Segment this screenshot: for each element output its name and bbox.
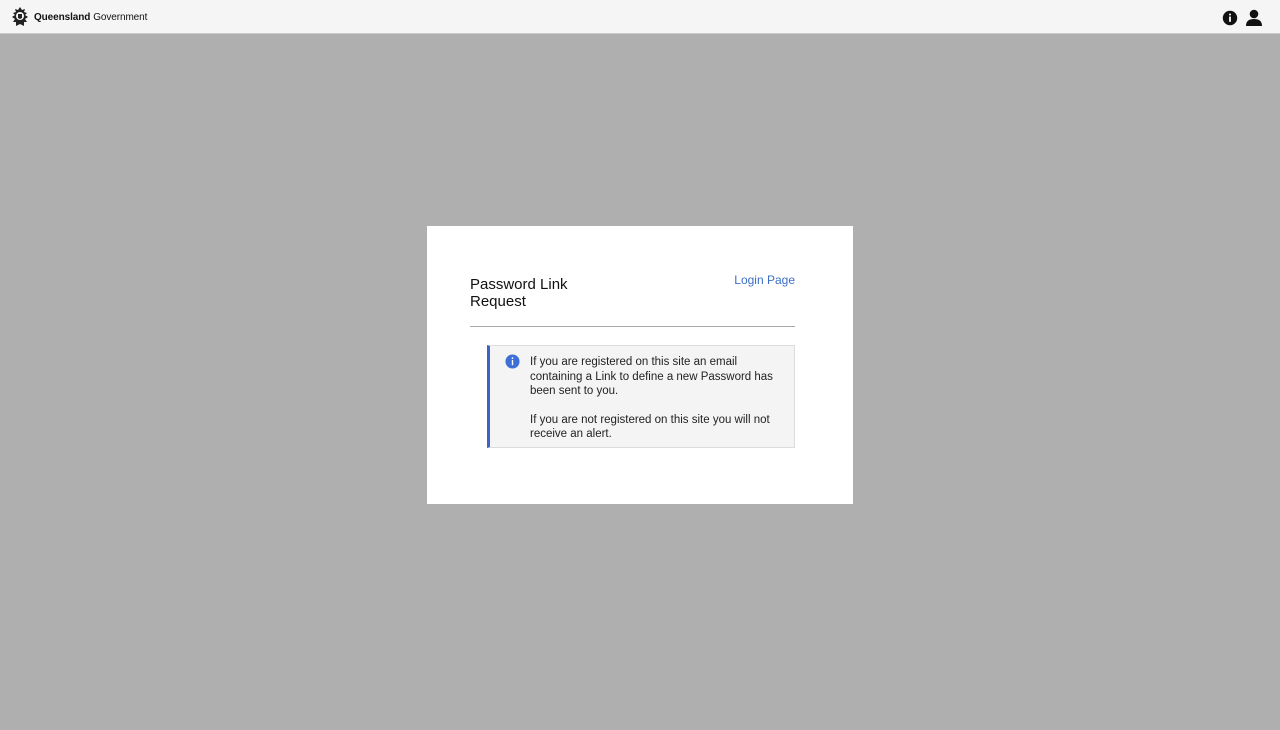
- brand-bold-text: Queensland: [34, 11, 91, 23]
- info-circle-icon: [505, 354, 520, 369]
- crest-logo-icon: [12, 7, 28, 26]
- page-title: Password Link Request: [470, 276, 568, 310]
- alert-message-not-registered: If you are not registered on this site y…: [530, 413, 770, 441]
- brand[interactable]: Queensland Government: [9, 6, 147, 28]
- alert-message: If you are registered on this site an em…: [530, 355, 780, 442]
- card-header: Password Link Request Login Page: [470, 273, 795, 327]
- info-alert: If you are registered on this site an em…: [487, 345, 795, 448]
- brand-normal-text: Government: [93, 11, 148, 23]
- password-link-request-card: Password Link Request Login Page If you …: [427, 226, 853, 504]
- login-page-link[interactable]: Login Page: [734, 273, 795, 287]
- brand-name: Queensland Government: [34, 12, 147, 23]
- alert-message-registered: If you are registered on this site an em…: [530, 356, 773, 397]
- user-icon[interactable]: [1245, 9, 1263, 26]
- top-bar: Queensland Government: [0, 0, 1280, 34]
- top-icons: [1222, 9, 1263, 26]
- info-icon[interactable]: [1222, 10, 1238, 26]
